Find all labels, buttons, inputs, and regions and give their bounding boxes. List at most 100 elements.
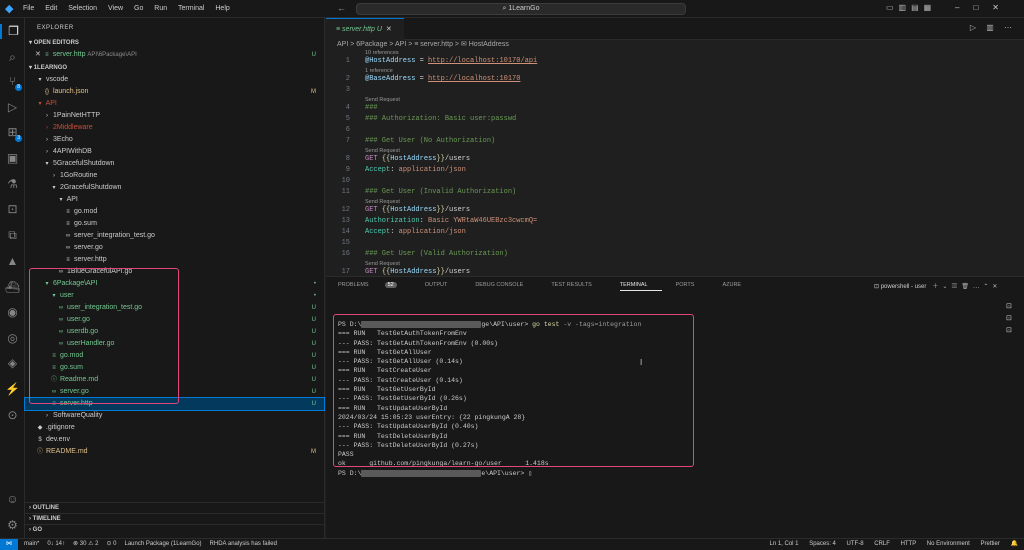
- remote-indicator-icon[interactable]: ⋈: [0, 539, 18, 550]
- ports-status[interactable]: ⊙ 0: [106, 539, 116, 550]
- outline-section[interactable]: › OUTLINE: [25, 502, 325, 513]
- terminal-instance-icon[interactable]: ⊡: [1006, 314, 1016, 323]
- window-controls[interactable]: –□✕: [955, 3, 1013, 12]
- code-line: GET {{HostAddress}}/users: [365, 155, 471, 163]
- environment[interactable]: No Environment: [927, 541, 970, 547]
- close-icon[interactable]: ✕: [35, 51, 41, 58]
- terminal-controls[interactable]: ＋⌄▥🗑⋯⌃✕: [932, 284, 1001, 290]
- puzzle-icon[interactable]: ⊙: [5, 408, 20, 423]
- tree-item[interactable]: ▾ API: [25, 98, 324, 110]
- terminal-icon[interactable]: ⊡: [5, 202, 20, 217]
- notifications-icon[interactable]: 🔔: [1011, 541, 1018, 547]
- remote-explorer-icon[interactable]: ▣: [5, 151, 20, 166]
- tree-item[interactable]: {} launch.json M: [25, 86, 324, 98]
- open-editor-item[interactable]: ✕ ≡ server.http API\6Package\API U: [25, 49, 324, 61]
- problems-status[interactable]: ⊗ 30 ⚠ 2: [73, 539, 98, 550]
- menu-help[interactable]: Help: [215, 5, 229, 12]
- explorer-icon[interactable]: ❐: [0, 24, 25, 39]
- tree-item[interactable]: ▾ 5GracefulShutdown: [25, 158, 324, 170]
- breadcrumb[interactable]: API > 6Package > API > ≡ server.http > ✉…: [337, 40, 509, 50]
- menu-run[interactable]: Run: [154, 5, 167, 12]
- command-center-search[interactable]: ⌕ 1LearnGo: [356, 3, 686, 15]
- tree-item[interactable]: › 4APIWithDB: [25, 146, 324, 158]
- menu-selection[interactable]: Selection: [68, 5, 97, 12]
- panel-tab-problems[interactable]: PROBLEMS 52: [338, 282, 411, 288]
- launch-config[interactable]: Launch Package (1LearnGo): [124, 539, 201, 550]
- docker-icon[interactable]: ⛴: [5, 280, 20, 295]
- cursor-position[interactable]: Ln 1, Col 1: [769, 541, 798, 547]
- tree-item[interactable]: ▾ API: [25, 194, 324, 206]
- menu-edit[interactable]: Edit: [45, 5, 57, 12]
- code-line: Accept: application/json: [365, 166, 466, 174]
- codelens[interactable]: Send Request: [365, 148, 400, 154]
- tree-item[interactable]: ≡ go.mod: [25, 206, 324, 218]
- editor-actions[interactable]: ▷ ▥ ⋯: [970, 23, 1016, 32]
- search-icon[interactable]: ⌕: [5, 50, 20, 65]
- layout-toggles[interactable]: ▭▥▤▦: [886, 3, 936, 12]
- sync-status[interactable]: 0↓ 14↑: [47, 539, 65, 550]
- account-icon[interactable]: ☺: [5, 492, 20, 507]
- source-control-icon[interactable]: ⑂ 8: [5, 74, 22, 91]
- tree-item[interactable]: › SoftwareQuality: [25, 410, 324, 422]
- rhda-status[interactable]: RHDA analysis has failed: [210, 539, 277, 550]
- tree-item[interactable]: ▾ vscode: [25, 74, 324, 86]
- tree-item[interactable]: › 2Middleware: [25, 122, 324, 134]
- panel-tab-ports[interactable]: PORTS: [676, 282, 709, 288]
- menu-view[interactable]: View: [108, 5, 123, 12]
- go-section[interactable]: › GO: [25, 524, 325, 535]
- encoding[interactable]: UTF-8: [847, 541, 864, 547]
- menu-go[interactable]: Go: [134, 5, 143, 12]
- codelens[interactable]: Send Request: [365, 261, 400, 267]
- extensions-icon[interactable]: ⊞ 3: [5, 125, 22, 142]
- azure-icon[interactable]: ▲: [5, 254, 20, 269]
- terminal-instance-icon[interactable]: ⊡: [1006, 326, 1016, 335]
- workspace-section[interactable]: ▾ 1LEARNGO: [25, 63, 324, 74]
- tree-item[interactable]: › 3Echo: [25, 134, 324, 146]
- menu-file[interactable]: File: [23, 5, 34, 12]
- tree-item[interactable]: $ dev.env: [25, 434, 324, 446]
- indentation[interactable]: Spaces: 4: [809, 541, 836, 547]
- thunder-client-icon[interactable]: ⚡: [5, 382, 20, 397]
- terminal-instance-icon[interactable]: ⊡: [1006, 302, 1016, 311]
- tree-item[interactable]: ∞ server.go: [25, 242, 324, 254]
- codelens[interactable]: Send Request: [365, 199, 400, 205]
- gitlens-icon[interactable]: ◉: [5, 305, 20, 320]
- tree-item-label: SoftwareQuality: [52, 412, 103, 419]
- branch[interactable]: main*: [24, 539, 39, 550]
- panel-tab-test-results[interactable]: TEST RESULTS: [551, 282, 605, 288]
- tree-item[interactable]: ⓘ README.md M: [25, 446, 324, 458]
- timeline-section[interactable]: › TIMELINE: [25, 513, 325, 524]
- database-icon[interactable]: ◎: [5, 331, 20, 346]
- codelens[interactable]: Send Request: [365, 97, 400, 103]
- tree-item[interactable]: › 1GoRoutine: [25, 170, 324, 182]
- open-editors-section[interactable]: ▾ OPEN EDITORS: [25, 38, 324, 49]
- settings-gear-icon[interactable]: ⚙: [5, 518, 20, 533]
- tree-item-label: API: [45, 100, 57, 107]
- run-debug-icon[interactable]: ▷: [5, 100, 20, 115]
- language-mode[interactable]: HTTP: [901, 541, 917, 547]
- panel-tab-output[interactable]: OUTPUT: [425, 282, 462, 288]
- redacted-path: [361, 469, 482, 477]
- stack-icon[interactable]: ◈: [5, 356, 20, 371]
- close-tab-icon[interactable]: ✕: [386, 26, 392, 33]
- tree-item[interactable]: ▾ 2GracefulShutdown: [25, 182, 324, 194]
- testing-icon[interactable]: ⚗: [5, 177, 20, 192]
- tree-item[interactable]: ≡ server.http: [25, 254, 324, 266]
- terminal-selector[interactable]: ⊡ powershell - user ＋⌄▥🗑⋯⌃✕: [874, 281, 1001, 290]
- panel-tab-azure[interactable]: AZURE: [722, 282, 755, 288]
- text-cursor-icon: I: [640, 358, 643, 367]
- code-editor[interactable]: 10 references 1 @HostAddress = http://loca…: [326, 50, 1024, 276]
- tab-server-http[interactable]: ≡ server.http U ✕: [326, 18, 404, 40]
- codelens[interactable]: 10 references: [365, 50, 399, 56]
- tree-item[interactable]: ◆ .gitignore: [25, 422, 324, 434]
- tree-item[interactable]: ∞ server_integration_test.go: [25, 230, 324, 242]
- codelens[interactable]: 1 reference: [365, 68, 393, 74]
- menu-terminal[interactable]: Terminal: [178, 5, 204, 12]
- panel-tab-terminal[interactable]: TERMINAL: [619, 282, 662, 291]
- accounts-icon[interactable]: ⧉: [5, 228, 20, 243]
- tree-item[interactable]: ≡ go.sum: [25, 218, 324, 230]
- panel-tab-debug-console[interactable]: DEBUG CONSOLE: [475, 282, 537, 288]
- prettier-status[interactable]: Prettier: [981, 541, 1000, 547]
- tree-item[interactable]: › 1PainNetHTTP: [25, 110, 324, 122]
- line-ending[interactable]: CRLF: [874, 541, 890, 547]
